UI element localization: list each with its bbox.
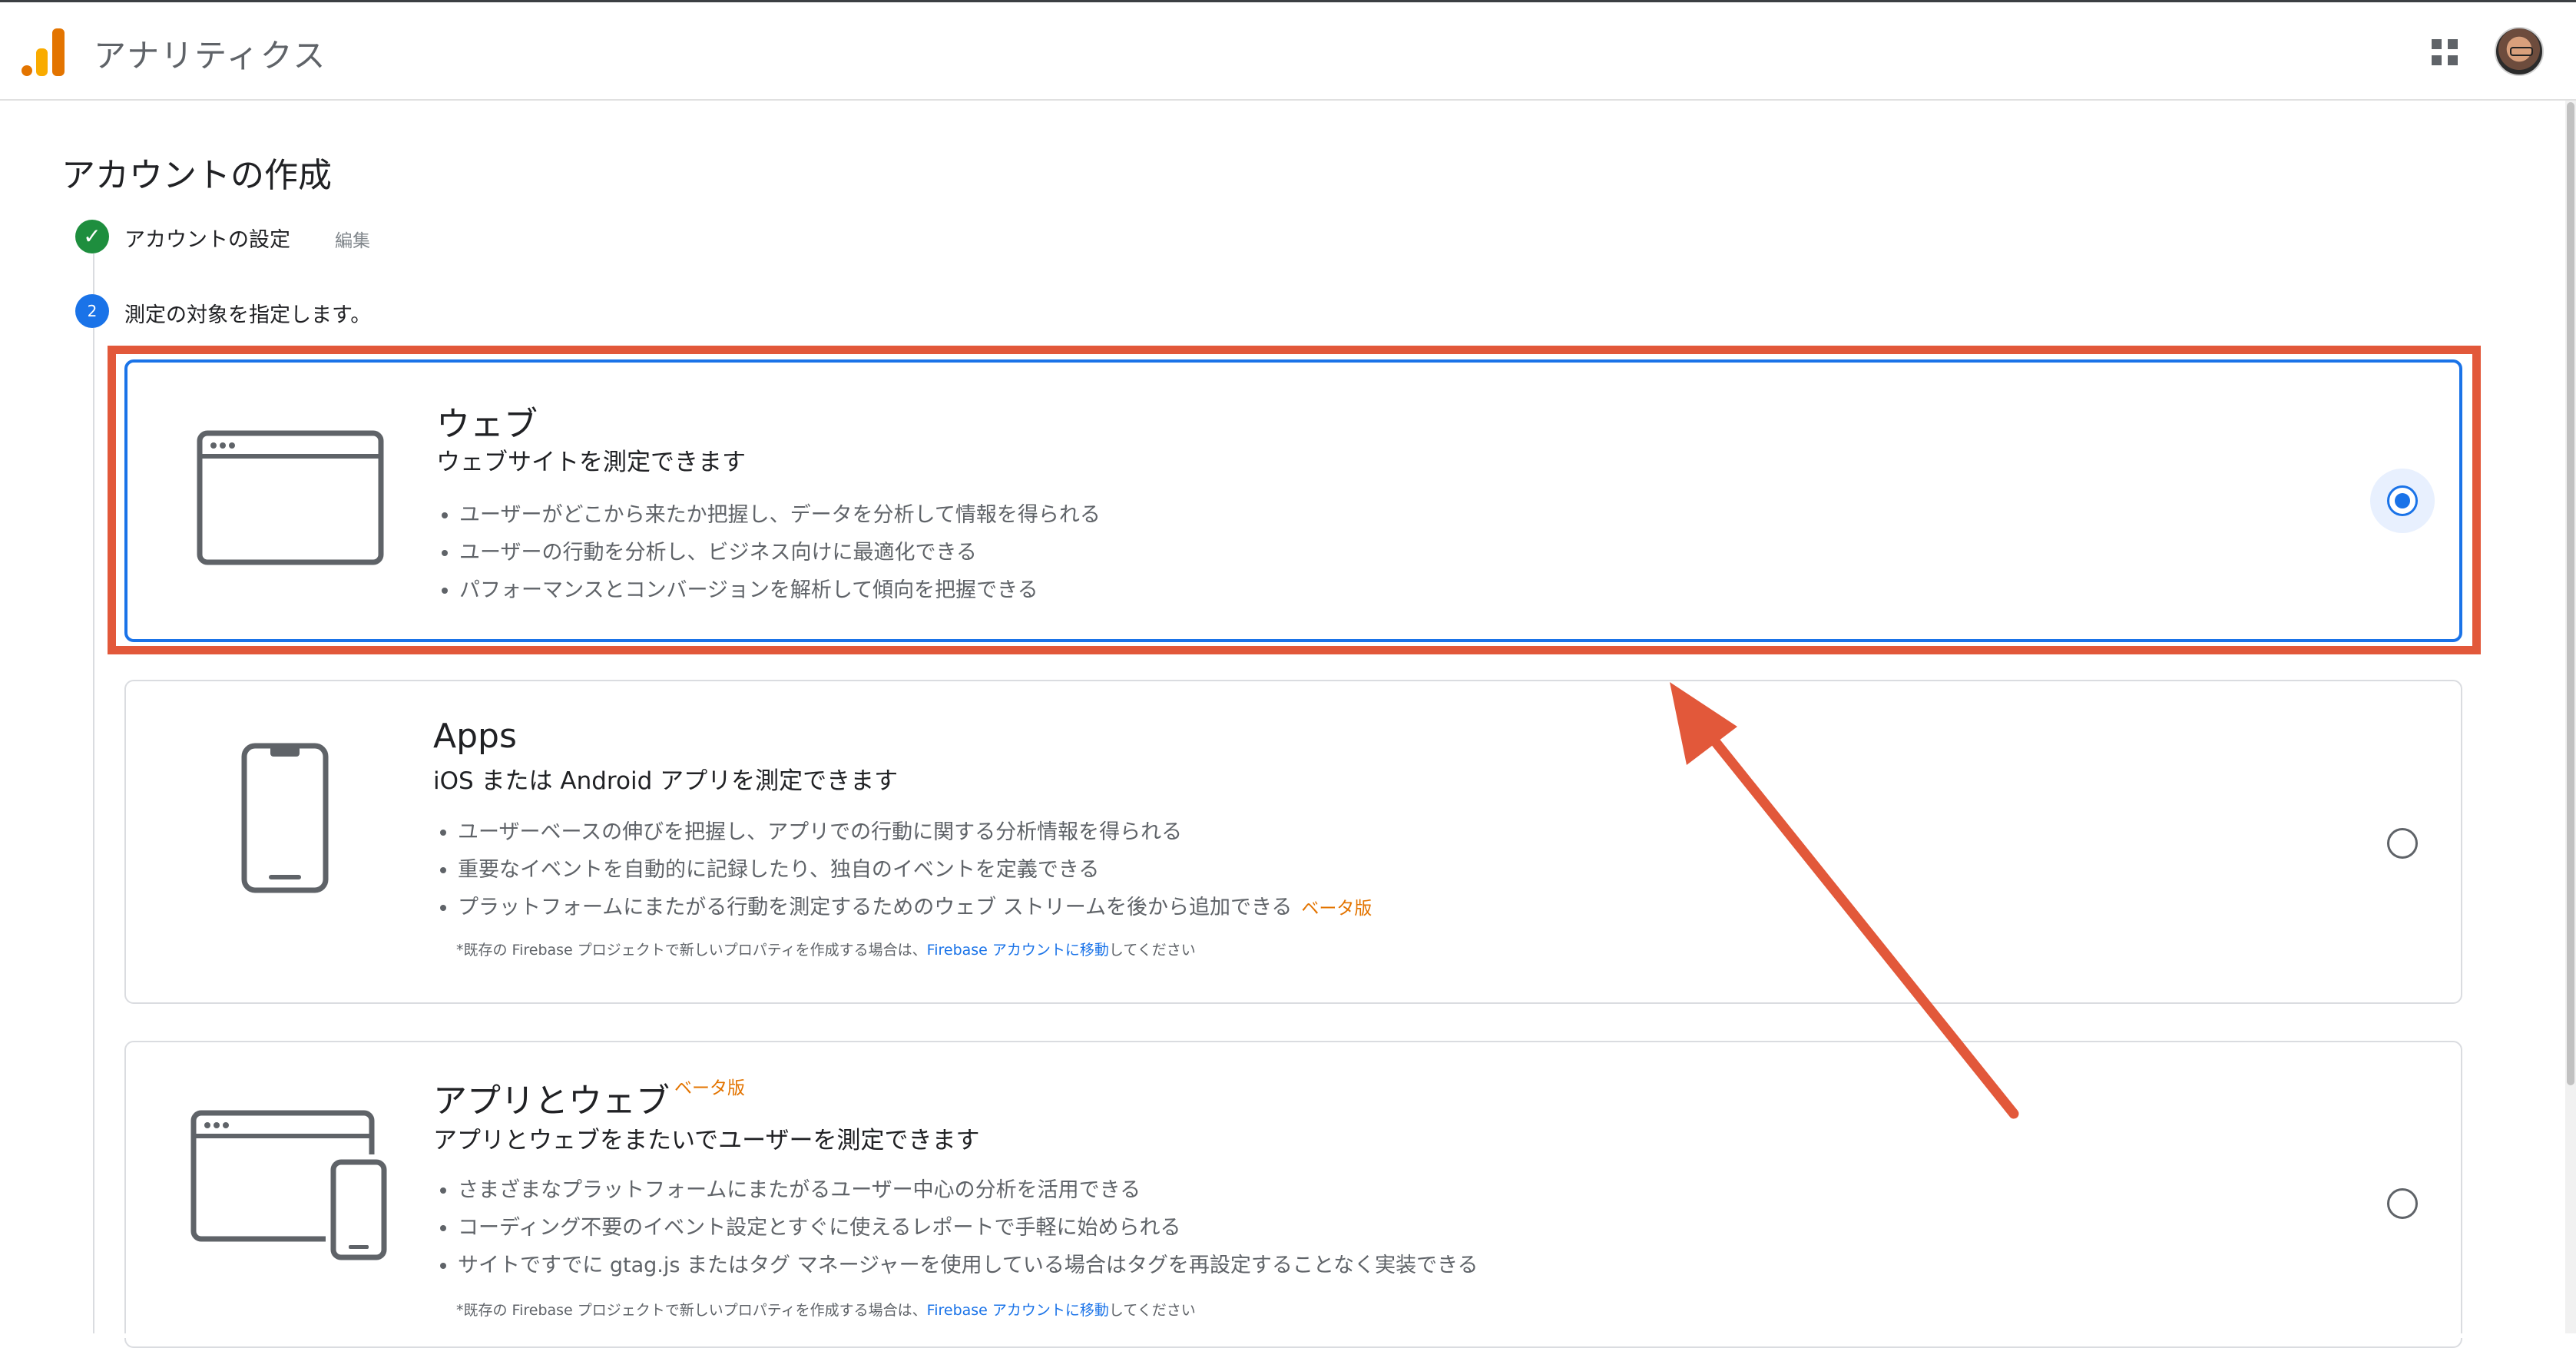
check-icon: ✓ [75,220,109,253]
step-account-settings-label: アカウントの設定 [124,228,290,252]
list-item: 重要なイベントを自動的に記録したり、独自のイベントを定義できる [458,851,1372,889]
apps-option-card[interactable]: Apps iOS または Android アプリを測定できます ユーザーベースの… [124,680,2462,1004]
browser-and-phone-icon [190,1110,387,1260]
apps-option-radio[interactable] [2387,828,2418,859]
web-option-bullets: ユーザーがどこから来たか把握し、データを分析して情報を得られる ユーザーの行動を… [436,496,1101,609]
firebase-note: *既存の Firebase プロジェクトで新しいプロパティを作成する場合は、Fi… [456,939,1196,959]
page-title: アカウントの作成 [61,156,332,195]
app-and-web-option-radio[interactable] [2387,1188,2418,1219]
analytics-logo-icon[interactable] [22,28,65,76]
logo-bar-large [52,28,65,76]
apps-option-subtitle: iOS または Android アプリを測定できます [433,767,899,795]
firebase-account-link[interactable]: Firebase アカウントに移動 [927,1302,1109,1319]
list-item-text: プラットフォームにまたがる行動を測定するためのウェブ ストリームを後から追加でき… [458,896,1293,919]
page-bottom-edge [0,1333,2576,1338]
apps-grid-dot [2448,39,2458,49]
app-and-web-option-bullets: さまざまなプラットフォームにまたがるユーザー中心の分析を活用できる コーディング… [435,1171,1478,1284]
app-and-web-title-text: アプリとウェブ [433,1081,670,1121]
apps-grid-dot [2432,39,2442,49]
apps-grid-dot [2432,55,2442,65]
list-item: さまざまなプラットフォームにまたがるユーザー中心の分析を活用できる [458,1171,1478,1209]
list-item: サイトですでに gtag.js またはタグ マネージャーを使用している場合はタグ… [458,1247,1478,1284]
list-item: コーディング不要のイベント設定とすぐに使えるレポートで手軽に始められる [458,1209,1478,1247]
app-and-web-option-title: アプリとウェブ ベータ版 [433,1073,745,1122]
apps-option-bullets: ユーザーベースの伸びを把握し、アプリでの行動に関する分析情報を得られる 重要なイ… [435,813,1372,926]
list-item: プラットフォームにまたがる行動を測定するためのウェブ ストリームを後から追加でき… [458,889,1372,926]
apps-option-title: Apps [433,717,517,756]
app-header: アナリティクス [0,2,2576,101]
list-item: ユーザーがどこから来たか把握し、データを分析して情報を得られる [459,496,1101,534]
logo-bar-small [22,65,32,76]
note-text: *既存の Firebase プロジェクトで新しいプロパティを作成する場合は、 [456,1302,927,1319]
mobile-phone-icon [241,743,329,893]
edit-link[interactable]: 編集 [335,226,370,252]
web-option-radio[interactable] [2387,485,2418,516]
firebase-note: *既存の Firebase プロジェクトで新しいプロパティを作成する場合は、Fi… [456,1299,1196,1320]
user-avatar[interactable] [2495,27,2544,76]
web-browser-icon [197,430,384,565]
firebase-account-link[interactable]: Firebase アカウントに移動 [927,942,1109,959]
list-item: ユーザーの行動を分析し、ビジネス向けに最適化できる [459,534,1101,571]
list-item: ユーザーベースの伸びを把握し、アプリでの行動に関する分析情報を得られる [458,813,1372,851]
stepper-line [93,253,94,1338]
note-text: してください [1108,942,1196,959]
web-option-card[interactable]: ウェブ ウェブサイトを測定できます ユーザーがどこから来たか把握し、データを分析… [124,359,2462,642]
list-item: パフォーマンスとコンバージョンを解析して傾向を把握できる [459,571,1101,609]
web-option-title: ウェブ [436,405,538,444]
app-and-web-option-card[interactable]: アプリとウェブベータ版 アプリとウェブをまたいでユーザーを測定できます さまざま… [124,1041,2462,1348]
note-text: *既存の Firebase プロジェクトで新しいプロパティを作成する場合は、 [456,942,927,959]
apps-grid-icon[interactable] [2432,39,2458,65]
beta-badge: ベータ版 [1301,899,1372,919]
step-measure-target-label: 測定の対象を指定します。 [124,303,372,327]
apps-grid-dot [2448,55,2458,65]
note-text: してください [1108,1302,1196,1319]
app-title[interactable]: アナリティクス [94,30,326,77]
logo-bar-medium [36,48,48,76]
step-number-badge: 2 [75,294,109,328]
app-and-web-option-subtitle: アプリとウェブをまたいでユーザーを測定できます [433,1127,980,1154]
scrollbar-thumb[interactable] [2567,102,2574,1085]
beta-badge: ベータ版 [674,1078,745,1098]
web-option-subtitle: ウェブサイトを測定できます [436,449,746,476]
